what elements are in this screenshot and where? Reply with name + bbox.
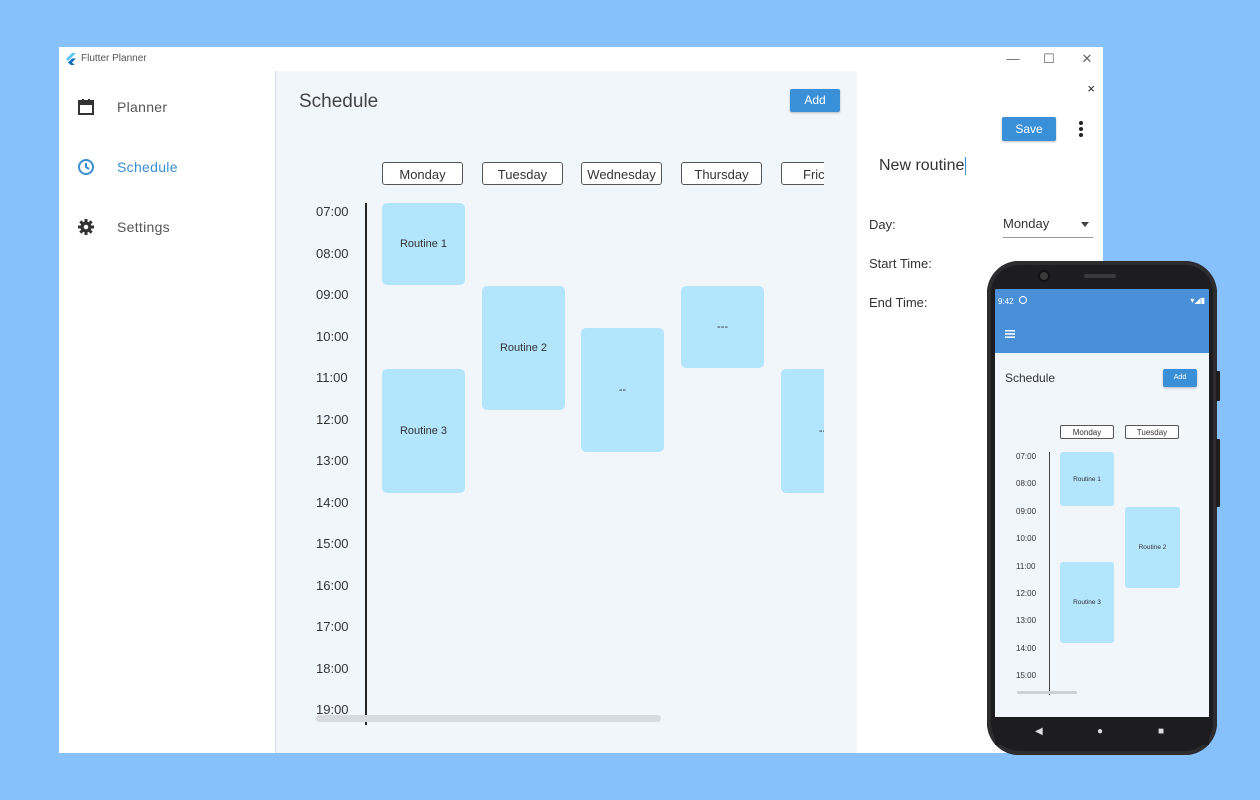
sidebar-item-settings[interactable]: Settings (59, 208, 275, 248)
schedule-grid[interactable]: Monday Tuesday Wednesday Thursday Fric 0… (276, 71, 824, 753)
status-notification-icon (1019, 296, 1027, 304)
mobile-day-header-monday: Monday (1060, 425, 1114, 439)
home-icon[interactable]: ● (1097, 726, 1103, 737)
routine-block[interactable]: -- (581, 328, 664, 452)
close-window-button[interactable]: ✕ (1077, 50, 1097, 68)
time-axis-line (365, 203, 367, 725)
mobile-add-button[interactable]: Add (1163, 369, 1197, 387)
mobile-routine-block[interactable]: Routine 1 (1060, 452, 1114, 506)
status-time: 9:42 (998, 297, 1014, 306)
mobile-screen: 9:42 ▾◢▮ Schedule Add Monday Tuesday 07:… (995, 289, 1209, 717)
mobile-time-label: 10:00 (1016, 534, 1037, 543)
close-panel-button[interactable]: × (1087, 81, 1095, 96)
phone-side-button (1216, 371, 1220, 401)
time-label: 10:00 (316, 329, 349, 344)
mobile-time-label: 14:00 (1016, 644, 1037, 653)
back-icon[interactable]: ◀ (1035, 726, 1043, 737)
camera-icon (1040, 272, 1048, 280)
mobile-horizontal-scrollbar[interactable] (1017, 691, 1077, 694)
more-options-icon[interactable] (1079, 121, 1083, 139)
sidebar-item-label: Planner (117, 99, 168, 115)
mobile-time-label: 08:00 (1016, 479, 1037, 488)
day-header-monday: Monday (382, 162, 463, 185)
mobile-page-title: Schedule (1005, 371, 1056, 385)
routine-block[interactable]: -- (781, 369, 824, 493)
mobile-routine-block[interactable]: Routine 2 (1125, 507, 1180, 588)
menu-icon[interactable] (1005, 330, 1015, 338)
time-label: 15:00 (316, 536, 349, 551)
mobile-time-label: 12:00 (1016, 589, 1037, 598)
mobile-time-axis-line (1049, 452, 1050, 695)
clock-icon (78, 159, 94, 175)
phone-side-button (1216, 439, 1220, 507)
mobile-day-header-tuesday: Tuesday (1125, 425, 1179, 439)
schedule-main: Schedule Add Monday Tuesday Wednesday Th… (276, 71, 857, 753)
gear-icon (78, 219, 94, 235)
mobile-app-bar (995, 315, 1209, 353)
time-label: 16:00 (316, 578, 349, 593)
status-icons: ▾◢▮ (1190, 296, 1205, 305)
mobile-time-label: 07:00 (1016, 452, 1037, 461)
speaker-grille (1084, 274, 1116, 278)
save-button[interactable]: Save (1002, 117, 1056, 141)
mobile-time-label: 13:00 (1016, 616, 1037, 625)
sidebar: Planner Schedule Settings (59, 71, 276, 753)
desktop-window: Flutter Planner — ☐ ✕ Planner Schedule S… (59, 47, 1103, 753)
time-label: 12:00 (316, 412, 349, 427)
recents-icon[interactable]: ■ (1158, 726, 1164, 737)
day-header-tuesday: Tuesday (482, 162, 563, 185)
mobile-status-bar: 9:42 ▾◢▮ (995, 289, 1209, 315)
window-titlebar: Flutter Planner — ☐ ✕ (59, 47, 1103, 71)
day-header-thursday: Thursday (681, 162, 762, 185)
routine-block[interactable]: --- (681, 286, 764, 368)
text-caret (965, 157, 967, 175)
mobile-navigation-bar: ◀ ● ■ (995, 717, 1209, 745)
time-label: 07:00 (316, 204, 349, 219)
time-label: 14:00 (316, 495, 349, 510)
routine-block[interactable]: Routine 1 (382, 203, 465, 285)
mobile-routine-block[interactable]: Routine 3 (1060, 562, 1114, 643)
time-label: 13:00 (316, 453, 349, 468)
routine-name-value: New routine (879, 157, 965, 175)
day-header-wednesday: Wednesday (581, 162, 662, 185)
maximize-button[interactable]: ☐ (1039, 50, 1059, 68)
time-label: 11:00 (316, 370, 348, 385)
horizontal-scrollbar[interactable] (316, 715, 661, 722)
day-select[interactable]: Monday (1003, 215, 1093, 238)
day-header-friday: Fric (781, 162, 824, 185)
mobile-device: 9:42 ▾◢▮ Schedule Add Monday Tuesday 07:… (987, 261, 1220, 755)
time-label: 08:00 (316, 246, 349, 261)
calendar-icon (78, 99, 94, 115)
day-select-value: Monday (1003, 216, 1050, 231)
time-label: 18:00 (316, 661, 349, 676)
mobile-time-label: 09:00 (1016, 507, 1037, 516)
time-label: 17:00 (316, 619, 349, 634)
minimize-button[interactable]: — (1003, 50, 1023, 68)
end-time-label: End Time: (869, 295, 928, 310)
routine-block[interactable]: Routine 3 (382, 369, 465, 493)
mobile-time-label: 11:00 (1016, 562, 1036, 571)
window-title: Flutter Planner (81, 53, 147, 64)
dropdown-arrow-icon (1081, 222, 1089, 227)
sidebar-item-schedule[interactable]: Schedule (59, 148, 275, 188)
sidebar-item-planner[interactable]: Planner (59, 88, 275, 128)
day-label: Day: (869, 217, 896, 232)
sidebar-item-label: Schedule (117, 159, 178, 175)
sidebar-item-label: Settings (117, 219, 170, 235)
mobile-time-label: 15:00 (1016, 671, 1037, 680)
routine-name-input[interactable]: New routine (879, 157, 967, 175)
time-label: 09:00 (316, 287, 349, 302)
start-time-label: Start Time: (869, 256, 932, 271)
flutter-logo-icon (66, 53, 76, 65)
routine-block[interactable]: Routine 2 (482, 286, 565, 410)
